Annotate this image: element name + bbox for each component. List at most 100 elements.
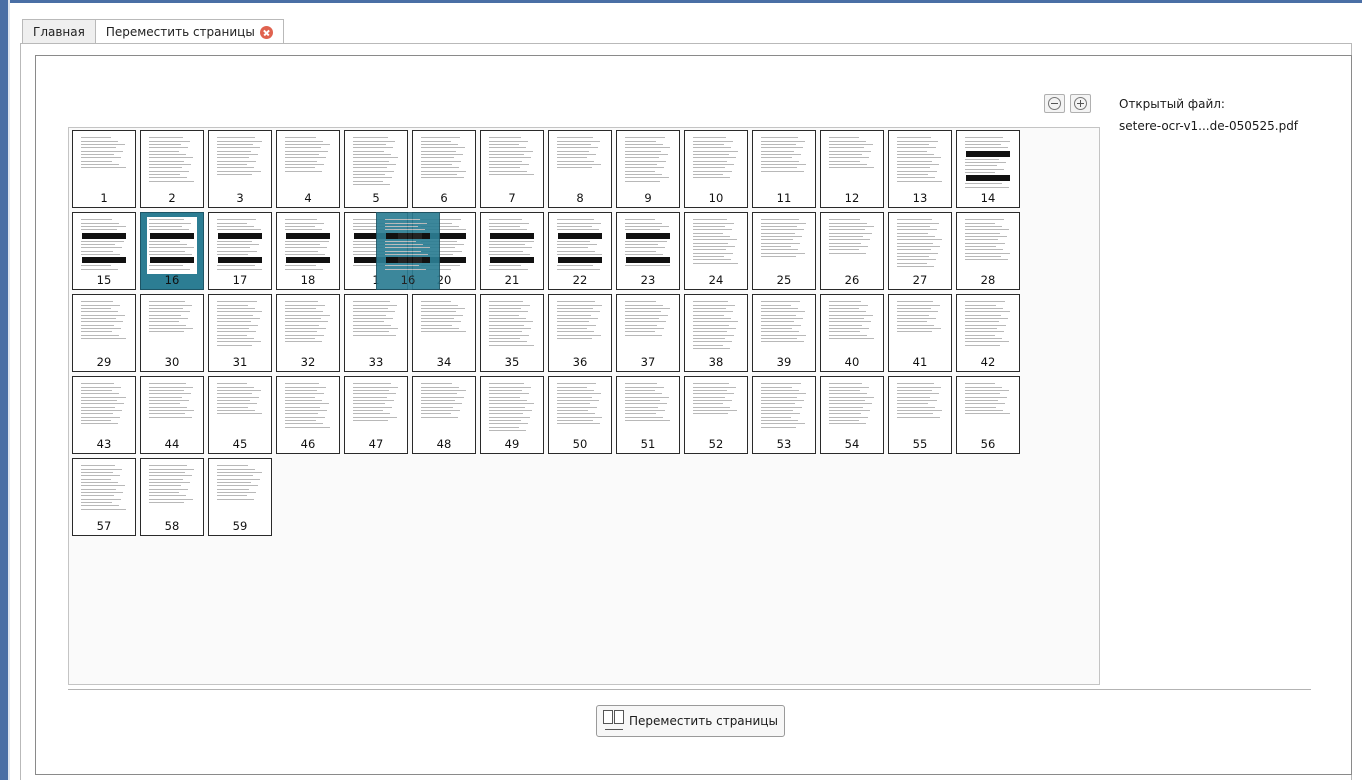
page-preview (759, 135, 809, 192)
dragged-page-thumbnail[interactable]: 16 (376, 212, 440, 290)
page-thumbnail[interactable]: 51 (616, 376, 680, 454)
page-number: 16 (164, 273, 180, 287)
page-thumbnail[interactable]: 41 (888, 294, 952, 372)
tab-bar: Главная Переместить страницы (22, 19, 284, 44)
page-number: 38 (708, 355, 724, 369)
page-thumbnail[interactable]: 57 (72, 458, 136, 536)
page-thumbnail[interactable]: 39 (752, 294, 816, 372)
page-number: 45 (232, 437, 248, 451)
page-preview (555, 299, 605, 356)
close-tab-icon[interactable] (259, 25, 273, 39)
page-thumbnail[interactable]: 35 (480, 294, 544, 372)
page-number: 52 (708, 437, 724, 451)
page-thumbnail[interactable]: 1 (72, 130, 136, 208)
tab-move-pages[interactable]: Переместить страницы (94, 19, 284, 44)
page-thumbnail[interactable]: 10 (684, 130, 748, 208)
page-thumbnail[interactable]: 59 (208, 458, 272, 536)
page-thumbnail[interactable]: 3 (208, 130, 272, 208)
page-preview (963, 381, 1013, 438)
page-preview (283, 217, 333, 274)
page-thumbnail[interactable]: 23 (616, 212, 680, 290)
open-file-label: Открытый файл: (1119, 97, 1225, 111)
page-thumbnail[interactable]: 52 (684, 376, 748, 454)
page-thumbnail[interactable]: 37 (616, 294, 680, 372)
page-thumbnail[interactable]: 25 (752, 212, 816, 290)
page-thumbnail[interactable]: 8 (548, 130, 612, 208)
page-thumbnail[interactable]: 26 (820, 212, 884, 290)
page-thumbnail[interactable]: 15 (72, 212, 136, 290)
page-number: 43 (96, 437, 112, 451)
page-thumbnail[interactable]: 45 (208, 376, 272, 454)
page-thumbnail[interactable]: 55 (888, 376, 952, 454)
page-thumbnail[interactable]: 27 (888, 212, 952, 290)
move-pages-button[interactable]: Переместить страницы (596, 705, 785, 737)
page-thumbnail[interactable]: 58 (140, 458, 204, 536)
page-number: 18 (300, 273, 316, 287)
page-preview (79, 299, 129, 356)
page-thumbnail[interactable]: 12 (820, 130, 884, 208)
page-thumbnail[interactable]: 9 (616, 130, 680, 208)
page-thumbnail[interactable]: 22 (548, 212, 612, 290)
page-thumbnail[interactable]: 46 (276, 376, 340, 454)
page-thumbnail[interactable]: 13 (888, 130, 952, 208)
page-number: 56 (980, 437, 996, 451)
page-thumbnail[interactable]: 44 (140, 376, 204, 454)
page-preview (147, 463, 197, 520)
page-thumbnail[interactable]: 2 (140, 130, 204, 208)
page-thumbnail-grid[interactable]: 1234567891011121314151617181202122232425… (68, 127, 1100, 685)
page-thumbnail[interactable]: 6 (412, 130, 476, 208)
page-thumbnail[interactable]: 48 (412, 376, 476, 454)
page-thumbnail[interactable]: 53 (752, 376, 816, 454)
page-preview (215, 463, 265, 520)
page-thumbnail[interactable]: 33 (344, 294, 408, 372)
page-preview (963, 135, 1013, 192)
page-preview (147, 299, 197, 356)
tab-move-pages-label: Переместить страницы (105, 25, 255, 39)
zoom-out-button[interactable] (1044, 94, 1065, 113)
page-preview (147, 217, 197, 274)
page-thumbnail[interactable]: 31 (208, 294, 272, 372)
page-thumbnail[interactable]: 24 (684, 212, 748, 290)
page-thumbnail[interactable]: 56 (956, 376, 1020, 454)
page-preview (487, 217, 537, 274)
page-thumbnail[interactable]: 40 (820, 294, 884, 372)
page-thumbnail[interactable]: 28 (956, 212, 1020, 290)
page-preview (215, 381, 265, 438)
page-thumbnail[interactable]: 14 (956, 130, 1020, 208)
zoom-in-button[interactable] (1070, 94, 1091, 113)
page-thumbnail[interactable]: 38 (684, 294, 748, 372)
page-thumbnail[interactable]: 43 (72, 376, 136, 454)
page-thumbnail[interactable]: 17 (208, 212, 272, 290)
page-thumbnail[interactable]: 4 (276, 130, 340, 208)
page-preview (419, 135, 469, 192)
page-thumbnail[interactable]: 47 (344, 376, 408, 454)
page-thumbnail[interactable]: 7 (480, 130, 544, 208)
page-thumbnail[interactable]: 16 (140, 212, 204, 290)
page-preview (759, 217, 809, 274)
page-number: 10 (708, 191, 724, 205)
page-number: 42 (980, 355, 996, 369)
page-thumbnail[interactable]: 42 (956, 294, 1020, 372)
page-thumbnail[interactable]: 54 (820, 376, 884, 454)
page-preview (623, 135, 673, 192)
page-thumbnail[interactable]: 11 (752, 130, 816, 208)
page-preview (691, 217, 741, 274)
page-preview (895, 299, 945, 356)
page-number: 58 (164, 519, 180, 533)
page-preview (215, 299, 265, 356)
page-thumbnail[interactable]: 30 (140, 294, 204, 372)
page-thumbnail[interactable]: 50 (548, 376, 612, 454)
page-number: 47 (368, 437, 384, 451)
page-thumbnail[interactable]: 21 (480, 212, 544, 290)
page-thumbnail[interactable]: 49 (480, 376, 544, 454)
page-preview (623, 381, 673, 438)
tab-home[interactable]: Главная (22, 19, 96, 43)
page-thumbnail[interactable]: 29 (72, 294, 136, 372)
page-thumbnail[interactable]: 34 (412, 294, 476, 372)
page-number: 30 (164, 355, 180, 369)
page-number: 22 (572, 273, 588, 287)
page-thumbnail[interactable]: 5 (344, 130, 408, 208)
page-thumbnail[interactable]: 36 (548, 294, 612, 372)
page-thumbnail[interactable]: 18 (276, 212, 340, 290)
page-thumbnail[interactable]: 32 (276, 294, 340, 372)
